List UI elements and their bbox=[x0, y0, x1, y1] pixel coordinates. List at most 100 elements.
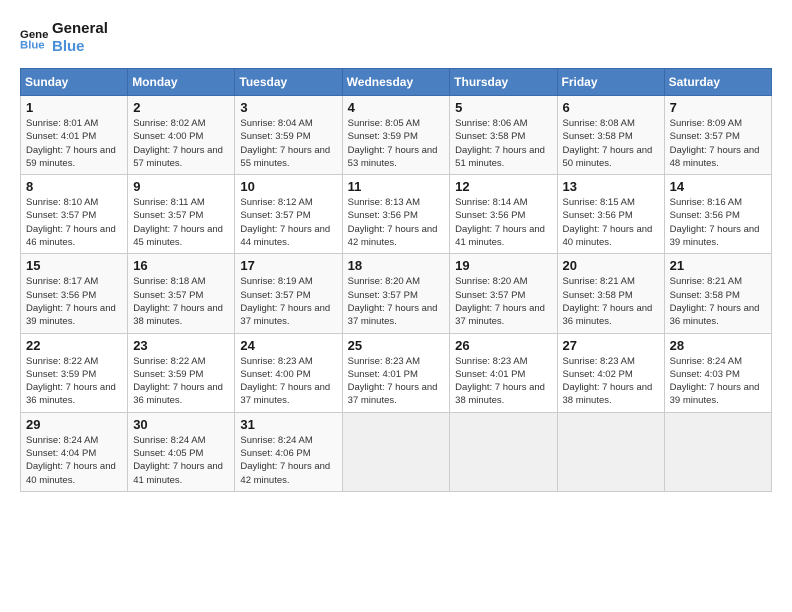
day-info: Sunrise: 8:22 AM Sunset: 3:59 PM Dayligh… bbox=[26, 355, 122, 408]
calendar-cell bbox=[664, 412, 771, 491]
day-info: Sunrise: 8:23 AM Sunset: 4:00 PM Dayligh… bbox=[240, 355, 336, 408]
day-info: Sunrise: 8:24 AM Sunset: 4:05 PM Dayligh… bbox=[133, 434, 229, 487]
day-info: Sunrise: 8:14 AM Sunset: 3:56 PM Dayligh… bbox=[455, 196, 551, 249]
day-info: Sunrise: 8:23 AM Sunset: 4:02 PM Dayligh… bbox=[563, 355, 659, 408]
day-info: Sunrise: 8:08 AM Sunset: 3:58 PM Dayligh… bbox=[563, 117, 659, 170]
day-info: Sunrise: 8:24 AM Sunset: 4:04 PM Dayligh… bbox=[26, 434, 122, 487]
weekday-header-cell: Tuesday bbox=[235, 69, 342, 96]
logo-blue: Blue bbox=[52, 38, 108, 56]
logo: General Blue General Blue bbox=[20, 20, 108, 56]
calendar-body: 1 Sunrise: 8:01 AM Sunset: 4:01 PM Dayli… bbox=[21, 96, 772, 492]
day-info: Sunrise: 8:02 AM Sunset: 4:00 PM Dayligh… bbox=[133, 117, 229, 170]
day-number: 25 bbox=[348, 338, 445, 353]
calendar-cell bbox=[450, 412, 557, 491]
calendar-cell: 24 Sunrise: 8:23 AM Sunset: 4:00 PM Dayl… bbox=[235, 333, 342, 412]
day-info: Sunrise: 8:21 AM Sunset: 3:58 PM Dayligh… bbox=[563, 275, 659, 328]
day-number: 16 bbox=[133, 258, 229, 273]
day-info: Sunrise: 8:11 AM Sunset: 3:57 PM Dayligh… bbox=[133, 196, 229, 249]
calendar-cell: 6 Sunrise: 8:08 AM Sunset: 3:58 PM Dayli… bbox=[557, 96, 664, 175]
calendar-cell: 7 Sunrise: 8:09 AM Sunset: 3:57 PM Dayli… bbox=[664, 96, 771, 175]
day-number: 8 bbox=[26, 179, 122, 194]
day-info: Sunrise: 8:16 AM Sunset: 3:56 PM Dayligh… bbox=[670, 196, 766, 249]
calendar-cell: 22 Sunrise: 8:22 AM Sunset: 3:59 PM Dayl… bbox=[21, 333, 128, 412]
day-number: 15 bbox=[26, 258, 122, 273]
calendar-week-row: 8 Sunrise: 8:10 AM Sunset: 3:57 PM Dayli… bbox=[21, 175, 772, 254]
calendar-cell: 26 Sunrise: 8:23 AM Sunset: 4:01 PM Dayl… bbox=[450, 333, 557, 412]
weekday-header-cell: Saturday bbox=[664, 69, 771, 96]
day-info: Sunrise: 8:23 AM Sunset: 4:01 PM Dayligh… bbox=[348, 355, 445, 408]
day-number: 22 bbox=[26, 338, 122, 353]
calendar-week-row: 29 Sunrise: 8:24 AM Sunset: 4:04 PM Dayl… bbox=[21, 412, 772, 491]
weekday-header-cell: Sunday bbox=[21, 69, 128, 96]
day-info: Sunrise: 8:09 AM Sunset: 3:57 PM Dayligh… bbox=[670, 117, 766, 170]
calendar-cell: 13 Sunrise: 8:15 AM Sunset: 3:56 PM Dayl… bbox=[557, 175, 664, 254]
day-number: 21 bbox=[670, 258, 766, 273]
day-number: 20 bbox=[563, 258, 659, 273]
day-info: Sunrise: 8:24 AM Sunset: 4:03 PM Dayligh… bbox=[670, 355, 766, 408]
day-number: 29 bbox=[26, 417, 122, 432]
day-info: Sunrise: 8:22 AM Sunset: 3:59 PM Dayligh… bbox=[133, 355, 229, 408]
day-info: Sunrise: 8:15 AM Sunset: 3:56 PM Dayligh… bbox=[563, 196, 659, 249]
calendar-cell bbox=[557, 412, 664, 491]
calendar-cell: 28 Sunrise: 8:24 AM Sunset: 4:03 PM Dayl… bbox=[664, 333, 771, 412]
day-info: Sunrise: 8:20 AM Sunset: 3:57 PM Dayligh… bbox=[455, 275, 551, 328]
day-number: 23 bbox=[133, 338, 229, 353]
day-number: 28 bbox=[670, 338, 766, 353]
logo-icon: General Blue bbox=[20, 24, 48, 52]
day-number: 4 bbox=[348, 100, 445, 115]
day-number: 14 bbox=[670, 179, 766, 194]
calendar-cell: 18 Sunrise: 8:20 AM Sunset: 3:57 PM Dayl… bbox=[342, 254, 450, 333]
day-info: Sunrise: 8:04 AM Sunset: 3:59 PM Dayligh… bbox=[240, 117, 336, 170]
calendar-cell: 30 Sunrise: 8:24 AM Sunset: 4:05 PM Dayl… bbox=[128, 412, 235, 491]
calendar-cell: 21 Sunrise: 8:21 AM Sunset: 3:58 PM Dayl… bbox=[664, 254, 771, 333]
day-number: 2 bbox=[133, 100, 229, 115]
day-info: Sunrise: 8:05 AM Sunset: 3:59 PM Dayligh… bbox=[348, 117, 445, 170]
day-number: 13 bbox=[563, 179, 659, 194]
day-number: 6 bbox=[563, 100, 659, 115]
calendar-cell: 9 Sunrise: 8:11 AM Sunset: 3:57 PM Dayli… bbox=[128, 175, 235, 254]
calendar-cell: 8 Sunrise: 8:10 AM Sunset: 3:57 PM Dayli… bbox=[21, 175, 128, 254]
day-number: 30 bbox=[133, 417, 229, 432]
day-info: Sunrise: 8:23 AM Sunset: 4:01 PM Dayligh… bbox=[455, 355, 551, 408]
calendar-cell: 27 Sunrise: 8:23 AM Sunset: 4:02 PM Dayl… bbox=[557, 333, 664, 412]
day-info: Sunrise: 8:13 AM Sunset: 3:56 PM Dayligh… bbox=[348, 196, 445, 249]
calendar-cell: 14 Sunrise: 8:16 AM Sunset: 3:56 PM Dayl… bbox=[664, 175, 771, 254]
weekday-header-cell: Monday bbox=[128, 69, 235, 96]
day-number: 19 bbox=[455, 258, 551, 273]
day-number: 18 bbox=[348, 258, 445, 273]
day-number: 10 bbox=[240, 179, 336, 194]
day-number: 26 bbox=[455, 338, 551, 353]
calendar-cell: 20 Sunrise: 8:21 AM Sunset: 3:58 PM Dayl… bbox=[557, 254, 664, 333]
calendar-week-row: 15 Sunrise: 8:17 AM Sunset: 3:56 PM Dayl… bbox=[21, 254, 772, 333]
weekday-header-cell: Thursday bbox=[450, 69, 557, 96]
calendar-cell: 15 Sunrise: 8:17 AM Sunset: 3:56 PM Dayl… bbox=[21, 254, 128, 333]
day-info: Sunrise: 8:06 AM Sunset: 3:58 PM Dayligh… bbox=[455, 117, 551, 170]
day-info: Sunrise: 8:10 AM Sunset: 3:57 PM Dayligh… bbox=[26, 196, 122, 249]
calendar-cell: 3 Sunrise: 8:04 AM Sunset: 3:59 PM Dayli… bbox=[235, 96, 342, 175]
calendar-cell: 19 Sunrise: 8:20 AM Sunset: 3:57 PM Dayl… bbox=[450, 254, 557, 333]
calendar-cell: 4 Sunrise: 8:05 AM Sunset: 3:59 PM Dayli… bbox=[342, 96, 450, 175]
day-number: 17 bbox=[240, 258, 336, 273]
day-info: Sunrise: 8:18 AM Sunset: 3:57 PM Dayligh… bbox=[133, 275, 229, 328]
calendar-cell: 23 Sunrise: 8:22 AM Sunset: 3:59 PM Dayl… bbox=[128, 333, 235, 412]
day-info: Sunrise: 8:17 AM Sunset: 3:56 PM Dayligh… bbox=[26, 275, 122, 328]
weekday-header-cell: Wednesday bbox=[342, 69, 450, 96]
day-number: 31 bbox=[240, 417, 336, 432]
day-number: 24 bbox=[240, 338, 336, 353]
calendar-cell: 25 Sunrise: 8:23 AM Sunset: 4:01 PM Dayl… bbox=[342, 333, 450, 412]
calendar-cell bbox=[342, 412, 450, 491]
calendar-cell: 10 Sunrise: 8:12 AM Sunset: 3:57 PM Dayl… bbox=[235, 175, 342, 254]
day-number: 12 bbox=[455, 179, 551, 194]
day-info: Sunrise: 8:12 AM Sunset: 3:57 PM Dayligh… bbox=[240, 196, 336, 249]
calendar-cell: 17 Sunrise: 8:19 AM Sunset: 3:57 PM Dayl… bbox=[235, 254, 342, 333]
calendar-table: SundayMondayTuesdayWednesdayThursdayFrid… bbox=[20, 68, 772, 492]
calendar-cell: 1 Sunrise: 8:01 AM Sunset: 4:01 PM Dayli… bbox=[21, 96, 128, 175]
calendar-cell: 12 Sunrise: 8:14 AM Sunset: 3:56 PM Dayl… bbox=[450, 175, 557, 254]
day-info: Sunrise: 8:20 AM Sunset: 3:57 PM Dayligh… bbox=[348, 275, 445, 328]
day-number: 9 bbox=[133, 179, 229, 194]
svg-text:Blue: Blue bbox=[20, 40, 45, 52]
calendar-cell: 2 Sunrise: 8:02 AM Sunset: 4:00 PM Dayli… bbox=[128, 96, 235, 175]
day-number: 27 bbox=[563, 338, 659, 353]
day-number: 11 bbox=[348, 179, 445, 194]
day-info: Sunrise: 8:01 AM Sunset: 4:01 PM Dayligh… bbox=[26, 117, 122, 170]
